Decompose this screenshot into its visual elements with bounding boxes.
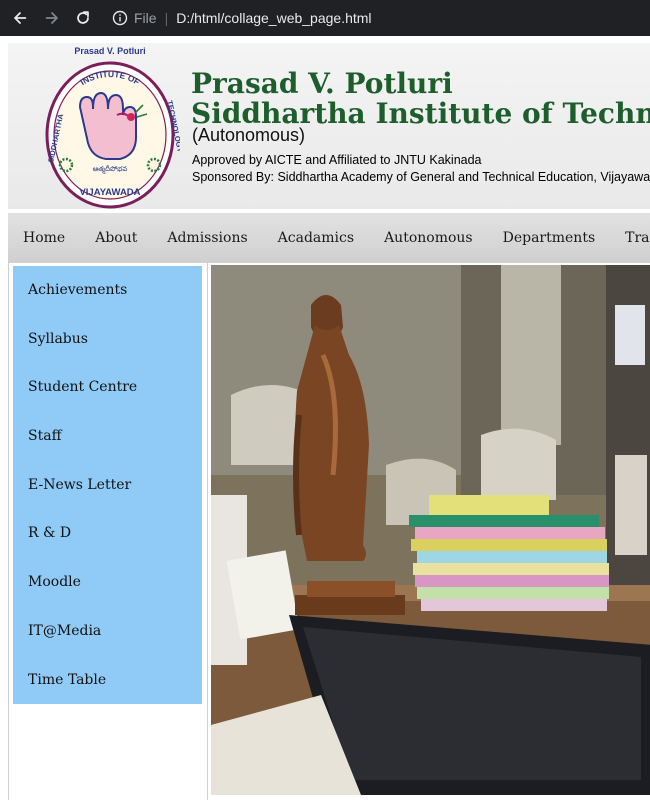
forward-arrow-icon xyxy=(45,12,58,24)
sidebar-item-staff[interactable]: Staff xyxy=(13,412,202,461)
sidebar-item-student-centre[interactable]: Student Centre xyxy=(13,363,202,412)
menu-item-admissions[interactable]: Admissions xyxy=(167,230,247,246)
svg-text:Prasad V. Potluri: Prasad V. Potluri xyxy=(74,46,145,56)
menu-item-training-placements[interactable]: Training & Placements xyxy=(625,230,650,246)
menu-item-about[interactable]: About xyxy=(95,230,137,246)
reload-icon xyxy=(77,11,89,24)
sidebar-item-time-table[interactable]: Time Table xyxy=(13,656,202,705)
svg-text:ఆత్మదీపోభవ: ఆత్మదీపోభవ xyxy=(93,165,128,174)
reload-button[interactable] xyxy=(73,8,93,28)
statue-photo-image xyxy=(211,265,650,795)
sidebar-item-it-media[interactable]: IT@Media xyxy=(13,607,202,656)
sidebar-nav: Achievements Syllabus Student Centre Sta… xyxy=(13,266,202,704)
browser-toolbar: File | D:/html/collage_web_page.html xyxy=(0,0,650,36)
info-icon[interactable] xyxy=(112,10,128,26)
sidebar-item-r-and-d[interactable]: R & D xyxy=(13,509,202,558)
menu-item-acadamics[interactable]: Acadamics xyxy=(278,230,354,246)
campus-photo xyxy=(211,265,650,795)
back-arrow-icon xyxy=(14,12,27,24)
menu-item-home[interactable]: Home xyxy=(23,230,65,246)
forward-button[interactable] xyxy=(42,8,62,28)
sidebar-frame: Achievements Syllabus Student Centre Sta… xyxy=(8,263,208,800)
sidebar-item-syllabus[interactable]: Syllabus xyxy=(13,315,202,364)
sidebar-item-e-news-letter[interactable]: E-News Letter xyxy=(13,461,202,510)
college-logo[interactable]: Prasad V. Potluri INSTITUTE OF SIDDHARTH… xyxy=(40,45,180,211)
sidebar-item-achievements[interactable]: Achievements xyxy=(13,266,202,315)
url-text[interactable]: D:/html/collage_web_page.html xyxy=(176,10,371,26)
url-separator: | xyxy=(164,10,169,26)
sidebar-item-moodle[interactable]: Moodle xyxy=(13,558,202,607)
autonomous-label: (Autonomous) xyxy=(192,125,306,145)
sponsor-text: Sponsored By: Siddhartha Academy of Gene… xyxy=(192,170,650,184)
back-button[interactable] xyxy=(10,8,30,28)
site-header: Prasad V. Potluri INSTITUTE OF SIDDHARTH… xyxy=(8,43,650,209)
scheme-label: File xyxy=(134,10,157,26)
svg-text:VIJAYAWADA: VIJAYAWADA xyxy=(79,187,140,198)
web-page: Prasad V. Potluri INSTITUTE OF SIDDHARTH… xyxy=(8,43,650,800)
menu-item-autonomous[interactable]: Autonomous xyxy=(384,230,473,246)
college-title-line1: Prasad V. Potluri xyxy=(191,67,453,100)
main-menu: Home About Admissions Acadamics Autonomo… xyxy=(8,213,650,263)
address-bar[interactable]: File | D:/html/collage_web_page.html xyxy=(104,3,650,33)
menu-item-departments[interactable]: Departments xyxy=(503,230,596,246)
approval-text: Approved by AICTE and Affiliated to JNTU… xyxy=(192,153,482,167)
